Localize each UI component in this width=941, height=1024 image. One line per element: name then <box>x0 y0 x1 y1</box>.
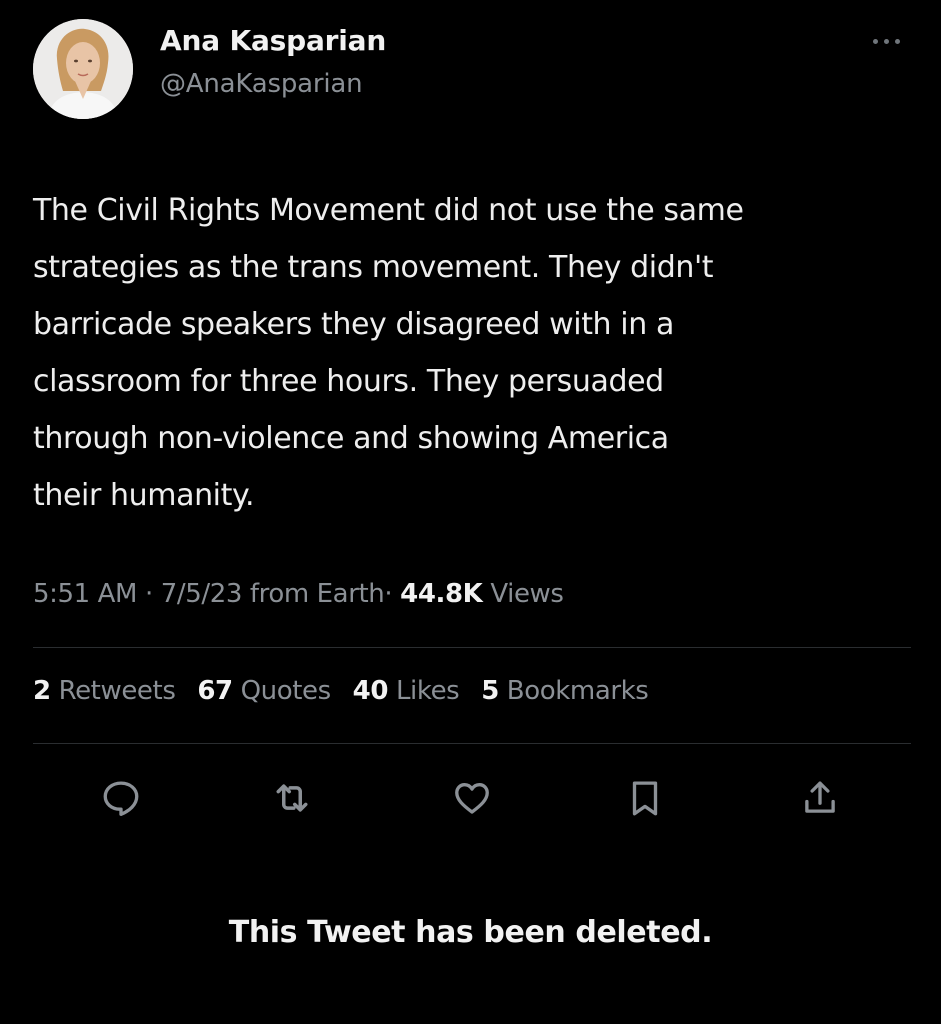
deleted-tweet-notice: This Tweet has been deleted. <box>228 915 713 950</box>
stat-label: Likes <box>395 676 460 706</box>
tweet-source: from Earth <box>249 579 385 609</box>
meta-separator: · <box>144 579 153 609</box>
author-name[interactable]: Ana Kasparian <box>160 24 386 57</box>
like-button[interactable] <box>446 772 498 824</box>
views-count: 44.8K <box>400 579 483 609</box>
tweet-date[interactable]: 7/5/23 <box>161 579 243 609</box>
author-handle[interactable]: @AnaKasparian <box>160 69 363 99</box>
bookmark-button[interactable] <box>619 772 671 824</box>
divider <box>33 743 911 744</box>
avatar[interactable] <box>33 19 133 119</box>
stat-likes[interactable]: 40 Likes <box>353 676 460 706</box>
meta-separator: · <box>384 579 393 609</box>
more-dot-icon <box>894 38 900 44</box>
tweet-screenshot: Ana Kasparian @AnaKasparian The Civil Ri… <box>0 0 941 1024</box>
stat-count: 40 <box>352 676 389 706</box>
more-dot-icon <box>883 38 889 44</box>
share-icon <box>805 781 835 813</box>
reply-icon <box>103 781 139 816</box>
bookmark-icon <box>632 781 658 816</box>
stat-label: Quotes <box>240 676 332 706</box>
views-label: Views <box>490 579 564 609</box>
stat-bookmarks[interactable]: 5 Bookmarks <box>481 676 649 706</box>
stat-label: Retweets <box>58 676 176 706</box>
retweet-button[interactable] <box>266 772 318 824</box>
more-dot-icon <box>872 38 878 44</box>
tweet-meta: 5:51 AM · 7/5/23 from Earth· 44.8K Views <box>33 579 564 609</box>
avatar-image <box>33 19 133 119</box>
stat-retweets[interactable]: 2 Retweets <box>33 676 176 706</box>
reply-button[interactable] <box>95 772 147 824</box>
more-options-button[interactable] <box>862 28 910 54</box>
stat-quotes[interactable]: 67 Quotes <box>197 676 332 706</box>
divider <box>33 647 911 648</box>
share-button[interactable] <box>794 772 846 824</box>
like-heart-icon <box>455 783 489 814</box>
tweet-time[interactable]: 5:51 AM <box>33 579 137 609</box>
tweet-text: The Civil Rights Movement did not use th… <box>33 193 744 513</box>
stat-count: 5 <box>481 676 499 706</box>
retweet-icon <box>276 784 308 812</box>
engagement-stats: 2 Retweets 67 Quotes 40 Likes 5 Bookmark… <box>33 676 662 706</box>
stat-count: 2 <box>33 676 51 706</box>
stat-count: 67 <box>197 676 233 706</box>
stat-label: Bookmarks <box>506 676 649 706</box>
